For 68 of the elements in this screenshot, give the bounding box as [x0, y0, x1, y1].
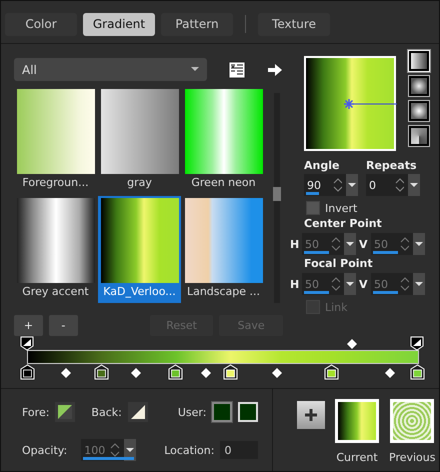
midpoint-marker[interactable] [201, 368, 212, 378]
fore-label: Fore: [22, 406, 50, 418]
current-label: Current [336, 451, 378, 464]
midpoint-marker[interactable] [384, 368, 395, 378]
color-stop[interactable] [324, 364, 340, 380]
gradient-item[interactable]: Grey accent [14, 196, 97, 303]
arrow-right-icon[interactable] [267, 62, 283, 76]
gradient-style-button[interactable] [408, 75, 430, 97]
current-gradient-swatch [335, 399, 379, 443]
location-field[interactable]: 0 [220, 441, 258, 459]
tab[interactable]: Pattern [161, 12, 233, 36]
invert-label: Invert [325, 202, 358, 214]
gradient-bar[interactable] [27, 350, 419, 364]
opacity-label: Opacity: [22, 444, 68, 456]
gradient-style-button[interactable] [408, 100, 430, 122]
list-button[interactable]: + [14, 315, 43, 336]
repeats-field[interactable]: 0 [366, 174, 420, 196]
tab[interactable]: Color [5, 12, 77, 36]
axis-label: V [359, 278, 368, 290]
tab[interactable]: Gradient [83, 12, 155, 36]
caret-icon[interactable] [348, 182, 356, 188]
color-stop[interactable] [168, 364, 184, 380]
opacity-stop[interactable] [410, 336, 424, 351]
user-label: User: [178, 406, 206, 418]
angle-label: Angle [304, 159, 340, 172]
invert-checkbox[interactable] [306, 201, 320, 215]
tab[interactable]: Texture [258, 12, 330, 36]
gradient-item[interactable]: gray [98, 87, 181, 194]
gradient-item[interactable]: Landscape ... [182, 196, 265, 303]
category-dropdown[interactable]: All [14, 58, 208, 81]
previous-label: Previous [389, 451, 436, 464]
point-heading: Focal Point [304, 257, 374, 270]
axis-label: H [290, 238, 299, 250]
spinner-arrows-icon[interactable] [394, 178, 404, 192]
gradient-preview[interactable] [304, 56, 396, 151]
point-heading: Center Point [304, 217, 383, 230]
background-gradient-swatch[interactable] [128, 402, 148, 422]
gradient-item[interactable]: KaD_Verloo... [98, 196, 181, 303]
midpoint-marker[interactable] [272, 368, 282, 378]
caret-icon [191, 67, 200, 72]
list-button[interactable]: - [48, 315, 78, 336]
angle-handle[interactable] [344, 99, 400, 109]
color-stop[interactable] [20, 364, 35, 380]
midpoint-marker[interactable] [61, 368, 71, 378]
caret-icon[interactable] [410, 182, 418, 188]
color-stop[interactable] [94, 364, 110, 380]
previous-gradient-swatch[interactable] [390, 399, 434, 443]
back-label: Back: [91, 406, 122, 418]
list-view-icon[interactable] [229, 62, 246, 78]
repeats-label: Repeats [366, 159, 418, 172]
opacity-stop[interactable] [20, 336, 34, 351]
add-button[interactable] [297, 401, 325, 429]
link-label: Link [325, 300, 348, 314]
gradient-item[interactable]: Green neon [182, 87, 265, 194]
angle-field[interactable]: 90 [304, 174, 358, 196]
foreground-gradient-swatch[interactable] [55, 402, 76, 422]
plus-icon [304, 408, 318, 422]
gradient-item[interactable]: Foregroun... [14, 87, 97, 194]
location-label: Location: [164, 444, 214, 456]
spinner-arrows-icon[interactable] [332, 178, 342, 192]
color-stop[interactable] [222, 364, 238, 380]
axis-label: V [359, 238, 368, 250]
axis-label: H [290, 278, 299, 290]
gradient-style-button[interactable] [408, 125, 430, 147]
scrollbar[interactable] [274, 93, 280, 303]
user-color-swatch[interactable] [212, 402, 232, 422]
color-stop[interactable] [410, 364, 425, 380]
midpoint-marker[interactable] [131, 368, 142, 378]
